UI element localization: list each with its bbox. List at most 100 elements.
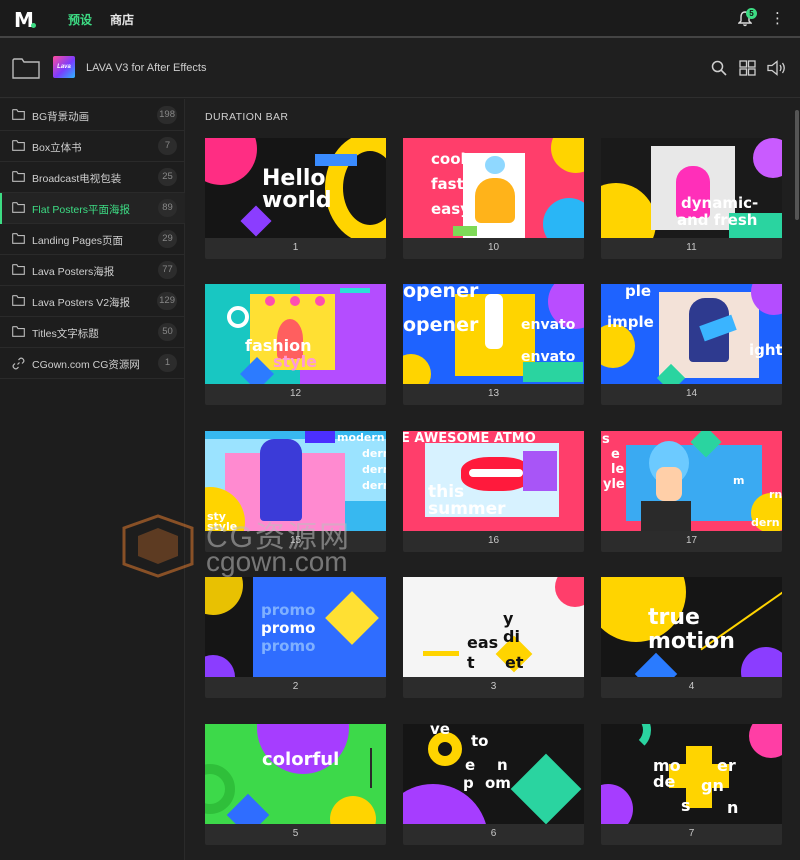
logo-letter: M — [14, 8, 34, 32]
preset-card[interactable]: true motion 4 — [601, 577, 782, 698]
sidebar-item-label: Flat Posters平面海报 — [32, 204, 131, 216]
preset-title: E AWESOME ATMO — [403, 431, 536, 446]
tab-store[interactable]: 商店 — [110, 11, 134, 28]
preset-card[interactable]: E AWESOME ATMO this summer 16 — [403, 431, 584, 552]
sidebar-item-label: Titles文字标题 — [32, 328, 99, 340]
preset-thumbnail: ple imple ight — [601, 284, 782, 384]
preset-thumbnail: colorful — [205, 724, 386, 824]
sidebar-item-bg[interactable]: BG背景动画 198 — [0, 100, 185, 131]
preset-thumbnail: modern dern dern dern sty style — [205, 431, 386, 531]
preset-card[interactable]: s e le yle m rn dern 17 — [601, 431, 782, 552]
preset-title: promo — [261, 619, 316, 637]
preset-thumbnail: s e le yle m rn dern — [601, 431, 782, 531]
sidebar-item-landing-pages[interactable]: Landing Pages页面 29 — [0, 224, 185, 255]
preset-thumbnail: E AWESOME ATMO this summer — [403, 431, 584, 531]
preset-title: et — [505, 653, 524, 672]
preset-card[interactable]: ple imple ight 14 — [601, 284, 782, 405]
preset-title: to — [471, 732, 489, 750]
sidebar-item-lava-posters[interactable]: Lava Posters海报 77 — [0, 255, 185, 286]
preset-title: dern — [362, 479, 386, 492]
preset-card[interactable]: promo promo promo 2 — [205, 577, 386, 698]
preset-number: 13 — [487, 388, 500, 399]
preset-card[interactable]: colorful 5 — [205, 724, 386, 845]
sidebar-item-titles[interactable]: Titles文字标题 50 — [0, 317, 185, 348]
project-header: Lava LAVA V3 for After Effects — [0, 40, 800, 98]
preset-title: om — [485, 774, 511, 792]
sidebar-item-broadcast[interactable]: Broadcast电视包装 25 — [0, 162, 185, 193]
preset-title: dern — [362, 447, 386, 460]
preset-number: 12 — [289, 388, 302, 399]
preset-title: e — [611, 447, 620, 462]
preset-title: summer — [428, 499, 506, 519]
app-logo[interactable]: M — [14, 9, 38, 31]
tab-presets[interactable]: 预设 — [68, 11, 92, 28]
preset-card[interactable]: modern dern dern dern sty style 15 — [205, 431, 386, 552]
preset-title: e — [465, 756, 476, 774]
preset-title: promo — [261, 601, 316, 619]
preset-thumbnail: fashion style — [205, 284, 386, 384]
sidebar-item-label: BG背景动画 — [32, 111, 90, 123]
preset-title: ight — [749, 341, 782, 359]
preset-title: world — [262, 188, 332, 213]
preset-title: s — [681, 796, 691, 815]
sidebar-item-count: 1 — [158, 354, 177, 372]
preset-thumbnail: true motion — [601, 577, 782, 677]
scrollbar[interactable] — [795, 110, 799, 220]
preset-card[interactable]: dynamic- and fresh 11 — [601, 138, 782, 259]
preset-title: dern — [362, 463, 386, 476]
preset-card[interactable]: ve to e n p om 6 — [403, 724, 584, 845]
preset-title: dern — [751, 516, 780, 529]
sidebar-item-cgown[interactable]: CGown.com CG资源网 1 — [0, 348, 185, 379]
preset-thumbnail: mo er de gn s n — [601, 724, 782, 824]
sidebar-item-count: 50 — [158, 323, 177, 341]
preset-title: Hello — [262, 166, 326, 191]
sidebar-item-count: 29 — [158, 230, 177, 248]
preset-title: colorful — [262, 749, 340, 770]
project-title: LAVA V3 for After Effects — [86, 62, 207, 74]
folder-icon — [12, 140, 25, 151]
folder-icon — [12, 233, 25, 244]
preset-number: 17 — [685, 535, 698, 546]
sidebar-item-count: 77 — [158, 261, 177, 279]
sidebar-item-lava-posters-v2[interactable]: Lava Posters V2海报 129 — [0, 286, 185, 317]
preset-card[interactable]: cool fast easy 10 — [403, 138, 584, 259]
preset-title: yle — [603, 477, 625, 492]
folder-icon — [12, 109, 25, 120]
preset-number: 10 — [487, 242, 500, 253]
preset-title: motion — [648, 629, 735, 654]
preset-title: true — [648, 605, 700, 630]
preset-card[interactable]: y di eas t et 3 — [403, 577, 584, 698]
search-icon[interactable] — [711, 60, 727, 76]
preset-number: 3 — [490, 681, 497, 692]
sidebar-item-box[interactable]: Box立体书 7 — [0, 131, 185, 162]
notifications-button[interactable]: 5 — [737, 8, 757, 29]
preset-card[interactable]: mo er de gn s n 7 — [601, 724, 782, 845]
preset-title: t — [467, 653, 475, 672]
preset-title: envato — [521, 349, 576, 365]
more-options-icon[interactable]: ⋮ — [770, 10, 785, 28]
preset-title: imple — [607, 313, 654, 331]
preset-number: 1 — [292, 242, 299, 253]
volume-icon[interactable] — [767, 60, 787, 76]
preset-title: promo — [261, 637, 316, 655]
folder-icon — [12, 202, 25, 213]
preset-thumbnail: y di eas t et — [403, 577, 584, 677]
sidebar-item-flat-posters[interactable]: Flat Posters平面海报 89 — [0, 193, 185, 224]
preset-title: n — [497, 756, 508, 774]
preset-thumbnail: Hello world — [205, 138, 386, 238]
grid-view-icon[interactable] — [739, 60, 756, 76]
preset-title: de — [653, 772, 676, 791]
preset-title: m — [733, 474, 745, 487]
preset-title: ple — [625, 284, 652, 300]
preset-card[interactable]: fashion style 12 — [205, 284, 386, 405]
preset-thumbnail: promo promo promo — [205, 577, 386, 677]
preset-card[interactable]: opener opener envato envato 13 — [403, 284, 584, 405]
sidebar-item-count: 7 — [158, 137, 177, 155]
sidebar-item-count: 198 — [157, 106, 177, 124]
preset-title: opener — [403, 314, 479, 336]
open-folder-icon[interactable] — [12, 57, 40, 79]
folder-icon — [12, 326, 25, 337]
preset-title: le — [611, 462, 625, 477]
preset-card[interactable]: Hello world 1 — [205, 138, 386, 259]
preset-title: style — [273, 352, 317, 371]
